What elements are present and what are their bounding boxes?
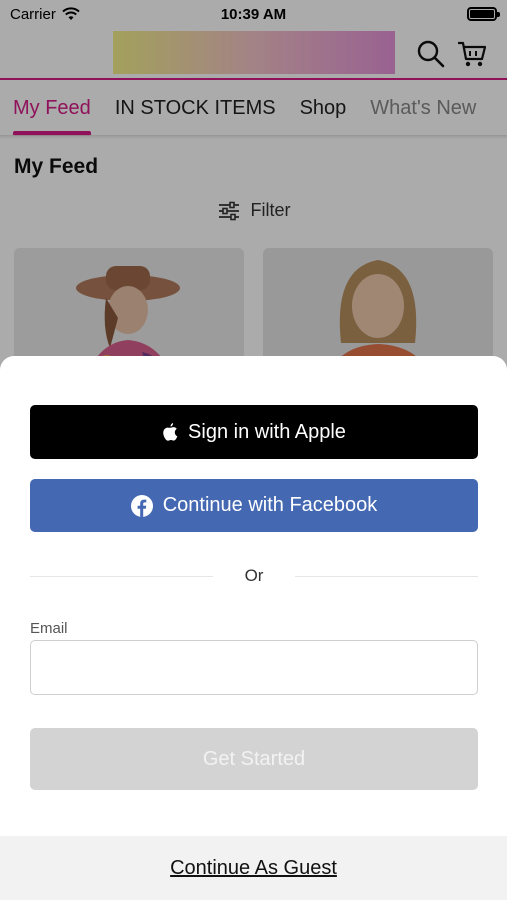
get-started-label: Get Started (202, 747, 306, 770)
or-divider: Or (30, 566, 479, 586)
get-started-button[interactable]: Get Started (30, 728, 478, 790)
or-label: Or (244, 566, 264, 585)
continue-as-guest-link[interactable]: Continue As Guest (170, 857, 337, 880)
sign-in-sheet: Sign in with Apple Continue with Faceboo… (0, 356, 507, 900)
guest-bar: Continue As Guest (0, 836, 507, 900)
facebook-icon (130, 494, 153, 517)
email-field[interactable] (30, 640, 478, 695)
divider-line (295, 575, 479, 577)
divider-line (30, 575, 213, 577)
email-label: Email (30, 620, 68, 637)
sign-in-with-apple-button[interactable]: Sign in with Apple (30, 405, 478, 459)
apple-button-label: Sign in with Apple (188, 420, 346, 443)
apple-icon (163, 422, 178, 441)
continue-with-facebook-button[interactable]: Continue with Facebook (30, 479, 478, 532)
facebook-button-label: Continue with Facebook (162, 494, 378, 516)
